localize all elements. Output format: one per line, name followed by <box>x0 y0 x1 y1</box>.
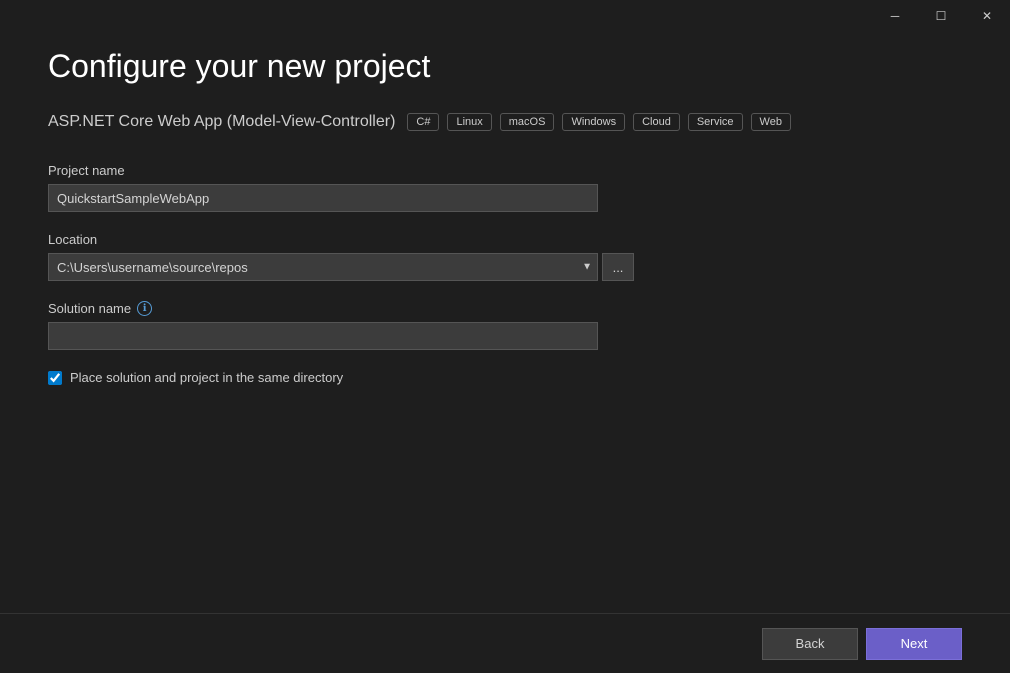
project-name-input[interactable] <box>48 184 598 212</box>
bottom-bar: Back Next <box>0 613 1010 673</box>
main-content: Configure your new project ASP.NET Core … <box>0 0 1010 385</box>
project-subtitle-text: ASP.NET Core Web App (Model-View-Control… <box>48 113 395 131</box>
location-section: Location ▼ ... <box>48 232 962 281</box>
solution-name-info-icon[interactable]: ℹ <box>137 301 152 316</box>
location-input[interactable] <box>48 253 598 281</box>
project-name-section: Project name <box>48 163 962 212</box>
tag-service: Service <box>688 113 743 131</box>
page-title: Configure your new project <box>48 48 962 85</box>
title-bar: ─ ☐ ✕ <box>872 0 1010 32</box>
project-name-label: Project name <box>48 163 962 178</box>
browse-button[interactable]: ... <box>602 253 634 281</box>
maximize-button[interactable]: ☐ <box>918 0 964 32</box>
tag-linux: Linux <box>447 113 491 131</box>
location-label: Location <box>48 232 962 247</box>
minimize-button[interactable]: ─ <box>872 0 918 32</box>
next-button[interactable]: Next <box>866 628 962 660</box>
tag-web: Web <box>751 113 791 131</box>
tag-macos: macOS <box>500 113 555 131</box>
location-row: ▼ ... <box>48 253 962 281</box>
solution-name-input[interactable] <box>48 322 598 350</box>
back-button[interactable]: Back <box>762 628 858 660</box>
location-input-wrapper: ▼ <box>48 253 598 281</box>
same-directory-row: Place solution and project in the same d… <box>48 370 962 385</box>
close-button[interactable]: ✕ <box>964 0 1010 32</box>
same-directory-label[interactable]: Place solution and project in the same d… <box>70 370 343 385</box>
project-subtitle-row: ASP.NET Core Web App (Model-View-Control… <box>48 113 962 131</box>
tag-cloud: Cloud <box>633 113 680 131</box>
solution-name-section: Solution name ℹ <box>48 301 962 350</box>
tag-csharp: C# <box>407 113 439 131</box>
tag-windows: Windows <box>562 113 625 131</box>
same-directory-checkbox[interactable] <box>48 371 62 385</box>
solution-name-label: Solution name ℹ <box>48 301 962 316</box>
